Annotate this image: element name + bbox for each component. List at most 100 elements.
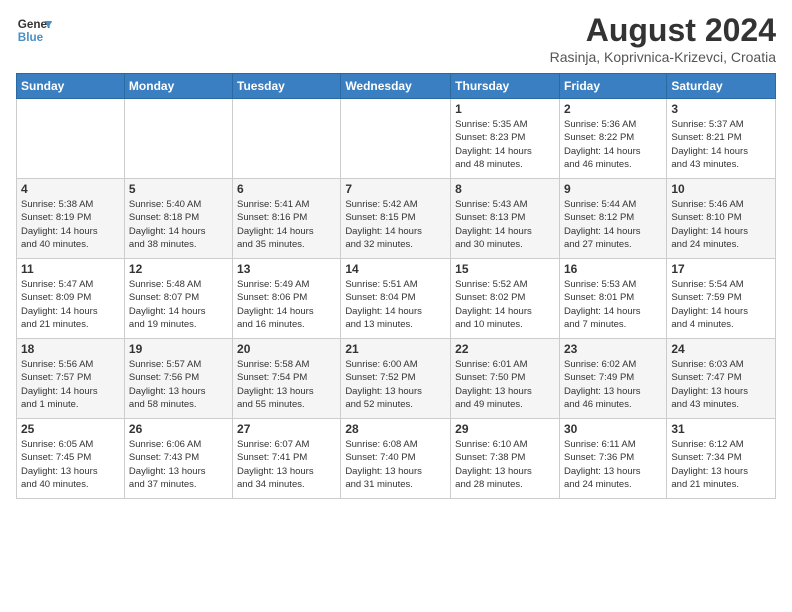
calendar-table: Sunday Monday Tuesday Wednesday Thursday… — [16, 73, 776, 499]
cell-4-6: 31Sunrise: 6:12 AM Sunset: 7:34 PM Dayli… — [667, 419, 776, 499]
day-info: Sunrise: 5:47 AM Sunset: 8:09 PM Dayligh… — [21, 278, 120, 331]
cell-4-3: 28 Sunrise: 6:08 AM Sunset: 7:40 PM Dayli… — [341, 419, 451, 499]
col-monday: Monday — [124, 74, 232, 99]
day-number: 25 — [21, 422, 120, 436]
logo-icon: General Blue — [16, 12, 52, 48]
day-number: 18 — [21, 342, 120, 356]
cell-4-1: 26 Sunrise: 6:06 AM Sunset: 7:43 PM Dayli… — [124, 419, 232, 499]
day-number: 16 — [564, 262, 662, 276]
week-row-4: 18 Sunrise: 5:56 AM Sunset: 7:57 PM Dayli… — [17, 339, 776, 419]
day-info: Sunrise: 5:43 AM Sunset: 8:13 PM Dayligh… — [455, 198, 555, 251]
title-area: August 2024 Rasinja, Koprivnica-Krizevci… — [550, 12, 776, 65]
day-info: Sunrise: 5:46 AM Sunset: 8:10 PM Dayligh… — [671, 198, 771, 251]
day-info: Sunrise: 5:48 AM Sunset: 8:07 PM Dayligh… — [129, 278, 228, 331]
day-info: Sunrise: 5:58 AM Sunset: 7:54 PM Dayligh… — [237, 358, 336, 411]
day-info: Sunrise: 5:36 AM Sunset: 8:22 PM Dayligh… — [564, 118, 662, 171]
day-info: Sunrise: 6:08 AM Sunset: 7:40 PM Dayligh… — [345, 438, 446, 491]
day-info: Sunrise: 5:51 AM Sunset: 8:04 PM Dayligh… — [345, 278, 446, 331]
day-info: Sunrise: 5:41 AM Sunset: 8:16 PM Dayligh… — [237, 198, 336, 251]
cell-3-1: 19 Sunrise: 5:57 AM Sunset: 7:56 PM Dayli… — [124, 339, 232, 419]
day-number: 4 — [21, 182, 120, 196]
day-info: Sunrise: 5:52 AM Sunset: 8:02 PM Dayligh… — [455, 278, 555, 331]
day-info: Sunrise: 5:56 AM Sunset: 7:57 PM Dayligh… — [21, 358, 120, 411]
day-info: Sunrise: 6:10 AM Sunset: 7:38 PM Dayligh… — [455, 438, 555, 491]
week-row-1: 1 Sunrise: 5:35 AM Sunset: 8:23 PM Daylig… — [17, 99, 776, 179]
cell-4-5: 30 Sunrise: 6:11 AM Sunset: 7:36 PM Dayli… — [559, 419, 666, 499]
svg-text:Blue: Blue — [18, 31, 44, 44]
day-info: Sunrise: 5:54 AM Sunset: 7:59 PM Dayligh… — [671, 278, 771, 331]
cell-2-5: 16 Sunrise: 5:53 AM Sunset: 8:01 PM Dayli… — [559, 259, 666, 339]
cell-3-4: 22Sunrise: 6:01 AM Sunset: 7:50 PM Dayli… — [451, 339, 560, 419]
cell-0-0 — [17, 99, 125, 179]
cell-0-3 — [341, 99, 451, 179]
cell-0-1 — [124, 99, 232, 179]
day-info: Sunrise: 6:06 AM Sunset: 7:43 PM Dayligh… — [129, 438, 228, 491]
day-info: Sunrise: 6:07 AM Sunset: 7:41 PM Dayligh… — [237, 438, 336, 491]
day-number: 15 — [455, 262, 555, 276]
cell-3-6: 24 Sunrise: 6:03 AM Sunset: 7:47 PM Dayli… — [667, 339, 776, 419]
header-area: General Blue August 2024 Rasinja, Kopriv… — [16, 12, 776, 65]
main-title: August 2024 — [550, 12, 776, 49]
cell-1-6: 10 Sunrise: 5:46 AM Sunset: 8:10 PM Dayli… — [667, 179, 776, 259]
day-info: Sunrise: 6:03 AM Sunset: 7:47 PM Dayligh… — [671, 358, 771, 411]
cell-4-0: 25Sunrise: 6:05 AM Sunset: 7:45 PM Dayli… — [17, 419, 125, 499]
day-number: 10 — [671, 182, 771, 196]
day-info: Sunrise: 5:37 AM Sunset: 8:21 PM Dayligh… — [671, 118, 771, 171]
day-number: 11 — [21, 262, 120, 276]
day-info: Sunrise: 5:42 AM Sunset: 8:15 PM Dayligh… — [345, 198, 446, 251]
day-number: 1 — [455, 102, 555, 116]
cell-3-3: 21Sunrise: 6:00 AM Sunset: 7:52 PM Dayli… — [341, 339, 451, 419]
page: General Blue August 2024 Rasinja, Kopriv… — [0, 0, 792, 507]
calendar-body: 1 Sunrise: 5:35 AM Sunset: 8:23 PM Daylig… — [17, 99, 776, 499]
day-number: 31 — [671, 422, 771, 436]
cell-0-2 — [233, 99, 341, 179]
day-info: Sunrise: 5:57 AM Sunset: 7:56 PM Dayligh… — [129, 358, 228, 411]
day-number: 19 — [129, 342, 228, 356]
day-number: 14 — [345, 262, 446, 276]
cell-2-2: 13Sunrise: 5:49 AM Sunset: 8:06 PM Dayli… — [233, 259, 341, 339]
day-number: 22 — [455, 342, 555, 356]
cell-1-4: 8 Sunrise: 5:43 AM Sunset: 8:13 PM Daylig… — [451, 179, 560, 259]
cell-2-6: 17Sunrise: 5:54 AM Sunset: 7:59 PM Dayli… — [667, 259, 776, 339]
col-thursday: Thursday — [451, 74, 560, 99]
day-info: Sunrise: 5:49 AM Sunset: 8:06 PM Dayligh… — [237, 278, 336, 331]
cell-3-5: 23Sunrise: 6:02 AM Sunset: 7:49 PM Dayli… — [559, 339, 666, 419]
day-number: 30 — [564, 422, 662, 436]
day-number: 23 — [564, 342, 662, 356]
day-number: 7 — [345, 182, 446, 196]
cell-1-1: 5Sunrise: 5:40 AM Sunset: 8:18 PM Daylig… — [124, 179, 232, 259]
cell-1-3: 7 Sunrise: 5:42 AM Sunset: 8:15 PM Daylig… — [341, 179, 451, 259]
day-number: 28 — [345, 422, 446, 436]
cell-4-4: 29 Sunrise: 6:10 AM Sunset: 7:38 PM Dayli… — [451, 419, 560, 499]
week-row-3: 11 Sunrise: 5:47 AM Sunset: 8:09 PM Dayli… — [17, 259, 776, 339]
subtitle: Rasinja, Koprivnica-Krizevci, Croatia — [550, 49, 776, 65]
day-number: 24 — [671, 342, 771, 356]
cell-0-4: 1 Sunrise: 5:35 AM Sunset: 8:23 PM Daylig… — [451, 99, 560, 179]
day-info: Sunrise: 5:38 AM Sunset: 8:19 PM Dayligh… — [21, 198, 120, 251]
day-number: 2 — [564, 102, 662, 116]
cell-0-6: 3 Sunrise: 5:37 AM Sunset: 8:21 PM Daylig… — [667, 99, 776, 179]
cell-1-5: 9Sunrise: 5:44 AM Sunset: 8:12 PM Daylig… — [559, 179, 666, 259]
day-number: 20 — [237, 342, 336, 356]
cell-2-4: 15 Sunrise: 5:52 AM Sunset: 8:02 PM Dayli… — [451, 259, 560, 339]
cell-3-0: 18 Sunrise: 5:56 AM Sunset: 7:57 PM Dayli… — [17, 339, 125, 419]
cell-2-3: 14 Sunrise: 5:51 AM Sunset: 8:04 PM Dayli… — [341, 259, 451, 339]
day-number: 3 — [671, 102, 771, 116]
cell-0-5: 2 Sunrise: 5:36 AM Sunset: 8:22 PM Daylig… — [559, 99, 666, 179]
calendar-header-row: Sunday Monday Tuesday Wednesday Thursday… — [17, 74, 776, 99]
col-wednesday: Wednesday — [341, 74, 451, 99]
col-saturday: Saturday — [667, 74, 776, 99]
day-info: Sunrise: 5:40 AM Sunset: 8:18 PM Dayligh… — [129, 198, 228, 251]
day-info: Sunrise: 5:53 AM Sunset: 8:01 PM Dayligh… — [564, 278, 662, 331]
day-info: Sunrise: 6:11 AM Sunset: 7:36 PM Dayligh… — [564, 438, 662, 491]
week-row-5: 25Sunrise: 6:05 AM Sunset: 7:45 PM Dayli… — [17, 419, 776, 499]
day-number: 29 — [455, 422, 555, 436]
cell-2-1: 12 Sunrise: 5:48 AM Sunset: 8:07 PM Dayli… — [124, 259, 232, 339]
day-number: 12 — [129, 262, 228, 276]
day-number: 8 — [455, 182, 555, 196]
day-info: Sunrise: 5:35 AM Sunset: 8:23 PM Dayligh… — [455, 118, 555, 171]
day-info: Sunrise: 5:44 AM Sunset: 8:12 PM Dayligh… — [564, 198, 662, 251]
cell-1-0: 4 Sunrise: 5:38 AM Sunset: 8:19 PM Daylig… — [17, 179, 125, 259]
logo: General Blue — [16, 12, 52, 48]
day-number: 26 — [129, 422, 228, 436]
